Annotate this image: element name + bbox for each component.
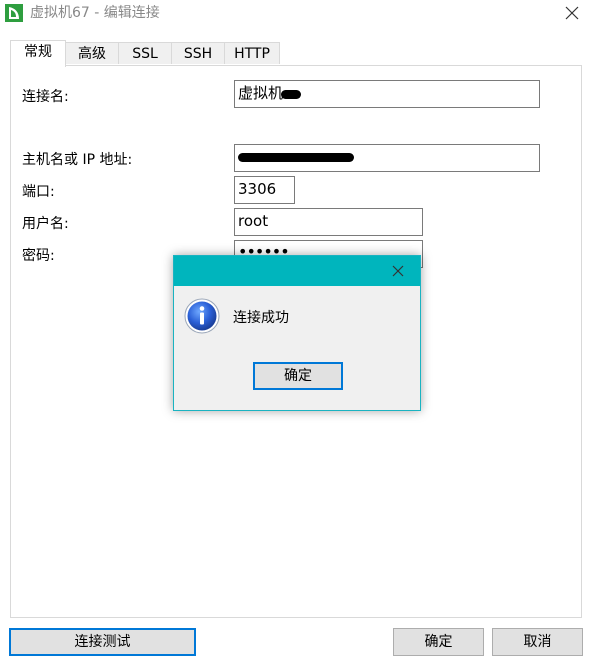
tab-label: SSL bbox=[132, 46, 158, 62]
user-label: 用户名: bbox=[22, 216, 69, 232]
tab-ssh[interactable]: SSH bbox=[171, 42, 225, 64]
tab-ssl[interactable]: SSL bbox=[118, 42, 172, 64]
tab-label: HTTP bbox=[234, 46, 270, 62]
ok-label: 确定 bbox=[424, 634, 453, 650]
port-value: 3306 bbox=[238, 180, 277, 198]
host-label: 主机名或 IP 地址: bbox=[22, 152, 133, 168]
user-value: root bbox=[238, 212, 269, 230]
title-bar: 虚拟机67 - 编辑连接 bbox=[0, 0, 592, 28]
connection-name-label: 连接名: bbox=[22, 89, 69, 105]
tab-label: 高级 bbox=[78, 46, 106, 62]
cancel-button[interactable]: 取消 bbox=[492, 628, 583, 656]
password-label: 密码: bbox=[22, 248, 55, 264]
test-connection-button[interactable]: 连接测试 bbox=[9, 628, 196, 656]
success-dialog: 连接成功 确定 bbox=[173, 255, 421, 411]
connection-name-value: 虚拟机 bbox=[238, 84, 284, 102]
port-label: 端口: bbox=[22, 184, 55, 200]
tab-advanced[interactable]: 高级 bbox=[65, 42, 119, 64]
window-title: 虚拟机67 - 编辑连接 bbox=[30, 5, 160, 21]
ok-button[interactable]: 确定 bbox=[393, 628, 484, 656]
connection-name-input[interactable]: 虚拟机 bbox=[234, 80, 540, 108]
close-icon[interactable] bbox=[390, 263, 406, 279]
cancel-label: 取消 bbox=[523, 634, 552, 650]
dialog-title-bar bbox=[174, 256, 420, 286]
port-input[interactable]: 3306 bbox=[234, 176, 295, 204]
close-icon[interactable] bbox=[562, 3, 582, 23]
host-input[interactable] bbox=[234, 144, 540, 172]
navicat-logo-icon bbox=[5, 4, 23, 22]
user-input[interactable]: root bbox=[234, 208, 423, 236]
dialog-ok-button[interactable]: 确定 bbox=[253, 362, 343, 390]
tab-label: 常规 bbox=[24, 44, 52, 60]
redaction-mark bbox=[238, 153, 354, 162]
test-connection-label: 连接测试 bbox=[74, 634, 131, 650]
tab-http[interactable]: HTTP bbox=[224, 42, 280, 64]
dialog-ok-label: 确定 bbox=[284, 368, 312, 384]
dialog-message: 连接成功 bbox=[233, 310, 289, 326]
tab-label: SSH bbox=[183, 46, 213, 62]
info-icon bbox=[184, 298, 220, 334]
tab-general[interactable]: 常规 bbox=[10, 40, 66, 67]
redaction-mark bbox=[281, 90, 301, 99]
